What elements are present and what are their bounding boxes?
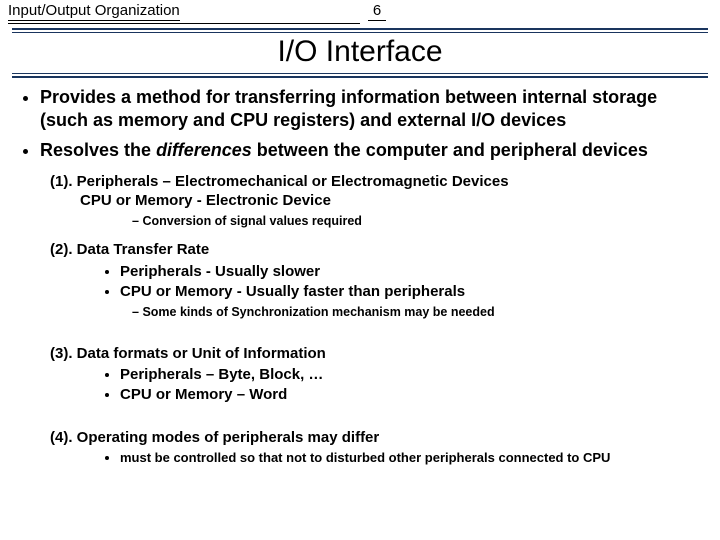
item-2-bullet-list: Peripherals - Usually slower CPU or Memo… bbox=[120, 262, 702, 303]
slide: Input/Output Organization 6 I/O Interfac… bbox=[0, 0, 720, 540]
top-bullet-2: Resolves the differences between the com… bbox=[40, 139, 702, 162]
item-2-dash-1: Some kinds of Synchronization mechanism … bbox=[132, 304, 702, 322]
item-1-label: (1). Peripherals – Electromechanical or … bbox=[50, 173, 509, 190]
item-4-bullet-1: must be controlled so that not to distur… bbox=[120, 449, 702, 467]
item-2-bullet-2: CPU or Memory - Usually faster than peri… bbox=[120, 282, 702, 302]
content-area: Provides a method for transferring infor… bbox=[0, 78, 720, 467]
item-3: (3). Data formats or Unit of Information… bbox=[50, 344, 702, 406]
item-4-label: (4). Operating modes of peripherals may … bbox=[50, 429, 379, 446]
item-3-bullet-2: CPU or Memory – Word bbox=[120, 385, 702, 405]
top-bullet-2-post: between the computer and peripheral devi… bbox=[252, 140, 648, 160]
header-bar: Input/Output Organization 6 bbox=[0, 0, 720, 24]
item-3-bullet-1: Peripherals – Byte, Block, … bbox=[120, 365, 702, 385]
title-rule-outer: I/O Interface bbox=[12, 28, 708, 78]
item-2: (2). Data Transfer Rate Peripherals - Us… bbox=[50, 240, 702, 322]
page-number: 6 bbox=[368, 2, 386, 21]
item-2-bullet-1: Peripherals - Usually slower bbox=[120, 262, 702, 282]
title-rule-inner: I/O Interface bbox=[12, 32, 708, 74]
item-1-dash-list: Conversion of signal values required bbox=[132, 213, 702, 231]
numbered-list: (1). Peripherals – Electromechanical or … bbox=[50, 172, 702, 467]
item-3-bullet-list: Peripherals – Byte, Block, … CPU or Memo… bbox=[120, 365, 702, 406]
item-1-dash-1: Conversion of signal values required bbox=[132, 213, 702, 231]
chapter-label: Input/Output Organization bbox=[8, 2, 180, 21]
top-bullet-2-pre: Resolves the bbox=[40, 140, 156, 160]
page-title: I/O Interface bbox=[12, 35, 708, 69]
top-bullet-1: Provides a method for transferring infor… bbox=[40, 86, 702, 131]
item-1: (1). Peripherals – Electromechanical or … bbox=[50, 172, 702, 231]
item-4-bullet-list: must be controlled so that not to distur… bbox=[120, 449, 702, 467]
top-bullet-2-em: differences bbox=[156, 140, 252, 160]
item-4: (4). Operating modes of peripherals may … bbox=[50, 428, 702, 467]
header-right-cell: 6 bbox=[360, 2, 712, 24]
item-2-label: (2). Data Transfer Rate bbox=[50, 241, 209, 258]
item-1-subline: CPU or Memory - Electronic Device bbox=[80, 191, 702, 211]
top-bullet-list: Provides a method for transferring infor… bbox=[40, 86, 702, 162]
item-3-label: (3). Data formats or Unit of Information bbox=[50, 345, 326, 362]
header-left-cell: Input/Output Organization bbox=[8, 2, 360, 24]
item-2-dash-list: Some kinds of Synchronization mechanism … bbox=[132, 304, 702, 322]
